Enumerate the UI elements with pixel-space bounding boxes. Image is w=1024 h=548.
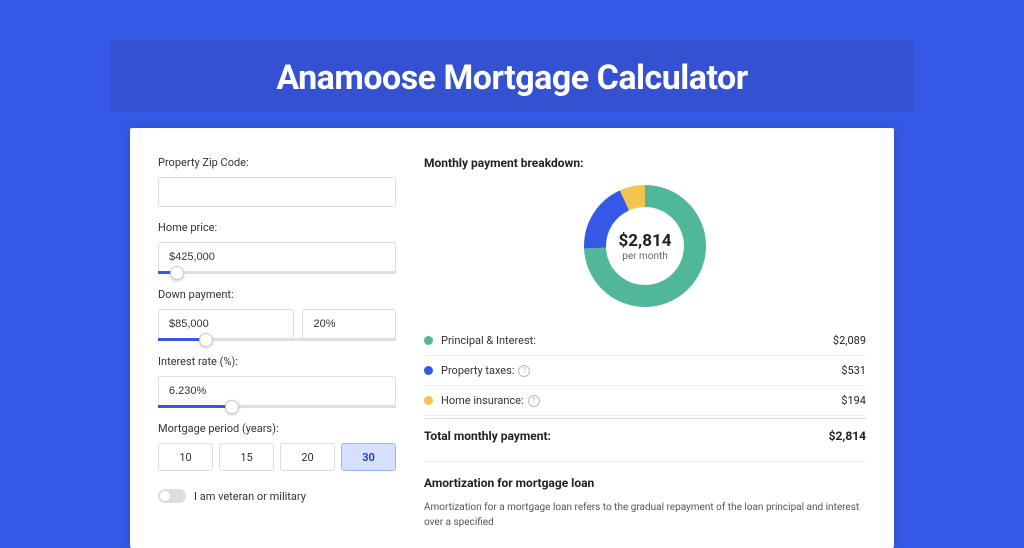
amortization-text: Amortization for a mortgage loan refers …	[424, 500, 866, 530]
legend-value: $531	[841, 364, 866, 377]
veteran-label: I am veteran or military	[194, 490, 306, 503]
legend-row-taxes: Property taxes:? $531	[424, 356, 866, 386]
interest-input[interactable]	[158, 376, 396, 406]
zip-input[interactable]	[158, 177, 396, 207]
amortization-title: Amortization for mortgage loan	[424, 476, 866, 490]
total-value: $2,814	[829, 429, 866, 443]
legend-row-principal: Principal & Interest: $2,089	[424, 326, 866, 356]
donut-center: $2,814 per month	[581, 182, 709, 310]
legend-row-insurance: Home insurance:? $194	[424, 386, 866, 416]
total-label: Total monthly payment:	[424, 429, 829, 443]
calculator-card: Property Zip Code: Home price: Down paym…	[130, 128, 894, 548]
toggle-knob	[160, 491, 170, 501]
down-payment-label: Down payment:	[158, 288, 396, 301]
donut-amount: $2,814	[619, 231, 672, 251]
period-option-10[interactable]: 10	[158, 443, 213, 471]
home-price-field-group: Home price:	[158, 221, 396, 274]
zip-field-group: Property Zip Code:	[158, 156, 396, 207]
period-option-20[interactable]: 20	[280, 443, 335, 471]
legend-label: Property taxes:?	[441, 364, 841, 377]
total-row: Total monthly payment: $2,814	[424, 418, 866, 457]
interest-slider[interactable]	[158, 405, 396, 408]
slider-thumb[interactable]	[225, 400, 239, 414]
donut-sub: per month	[622, 251, 668, 262]
period-option-15[interactable]: 15	[219, 443, 274, 471]
interest-label: Interest rate (%):	[158, 355, 396, 368]
inputs-column: Property Zip Code: Home price: Down paym…	[158, 156, 396, 548]
legend-label: Home insurance:?	[441, 394, 841, 407]
zip-label: Property Zip Code:	[158, 156, 396, 169]
interest-field-group: Interest rate (%):	[158, 355, 396, 408]
amortization-section: Amortization for mortgage loan Amortizat…	[424, 461, 866, 530]
veteran-toggle[interactable]	[158, 489, 186, 503]
period-field-group: Mortgage period (years): 10 15 20 30	[158, 422, 396, 471]
home-price-label: Home price:	[158, 221, 396, 234]
period-options: 10 15 20 30	[158, 443, 396, 471]
period-option-30[interactable]: 30	[341, 443, 396, 471]
legend-dot-icon	[424, 396, 433, 405]
donut-chart-wrap: $2,814 per month	[424, 182, 866, 310]
slider-thumb[interactable]	[199, 333, 213, 347]
legend-label: Principal & Interest:	[441, 334, 833, 347]
slider-fill	[158, 405, 232, 408]
info-icon[interactable]: ?	[518, 365, 530, 377]
info-icon[interactable]: ?	[528, 395, 540, 407]
down-payment-row	[158, 309, 396, 339]
results-column: Monthly payment breakdown: $2,814 per mo…	[424, 156, 866, 548]
veteran-toggle-row: I am veteran or military	[158, 489, 396, 503]
home-price-input[interactable]	[158, 242, 396, 272]
legend-dot-icon	[424, 366, 433, 375]
slider-thumb[interactable]	[170, 266, 184, 280]
down-payment-slider[interactable]	[158, 338, 396, 341]
legend-value: $194	[841, 394, 866, 407]
down-payment-field-group: Down payment:	[158, 288, 396, 341]
donut-chart: $2,814 per month	[581, 182, 709, 310]
breakdown-title: Monthly payment breakdown:	[424, 156, 866, 170]
page-title: Anamoose Mortgage Calculator	[0, 58, 1024, 98]
home-price-slider[interactable]	[158, 271, 396, 274]
legend-value: $2,089	[833, 334, 866, 347]
down-payment-percent-input[interactable]	[302, 309, 396, 339]
legend-dot-icon	[424, 336, 433, 345]
down-payment-amount-input[interactable]	[158, 309, 294, 339]
period-label: Mortgage period (years):	[158, 422, 396, 435]
